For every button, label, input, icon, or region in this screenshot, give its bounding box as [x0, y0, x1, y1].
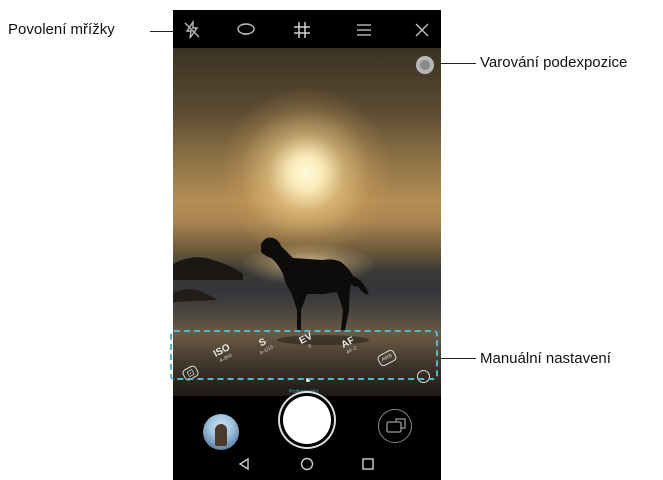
phone-screen: ⊡ ISO A-800 S A-1/15 EV 0 AF AF-C AWB Pr… — [173, 10, 441, 480]
grid-icon[interactable] — [291, 19, 313, 41]
nav-back-icon[interactable] — [237, 457, 251, 476]
nav-home-icon[interactable] — [300, 457, 314, 476]
menu-icon[interactable] — [353, 19, 375, 41]
callout-grid-enable: Povolení mřížky — [8, 21, 115, 38]
close-icon[interactable] — [411, 19, 433, 41]
camera-bottom-bar — [173, 396, 441, 480]
manual-settings-highlight — [170, 330, 438, 380]
mode-label[interactable]: Profesionální — [289, 389, 318, 395]
callout-manual-settings: Manuální nastavení — [480, 350, 611, 367]
filter-icon[interactable] — [235, 19, 257, 41]
gallery-thumbnail[interactable] — [203, 414, 239, 450]
switch-camera-button[interactable] — [378, 409, 412, 443]
shutter-button[interactable] — [283, 396, 331, 444]
thumbnail-figure — [215, 424, 227, 446]
callout-underexposure-warning: Varování podexpozice — [480, 54, 628, 71]
camera-top-bar — [173, 10, 441, 48]
underexposure-warning-icon[interactable] — [416, 56, 434, 74]
switch-camera-icon — [386, 418, 406, 433]
nav-recents-icon[interactable] — [361, 457, 375, 476]
flash-off-icon[interactable] — [181, 19, 203, 41]
